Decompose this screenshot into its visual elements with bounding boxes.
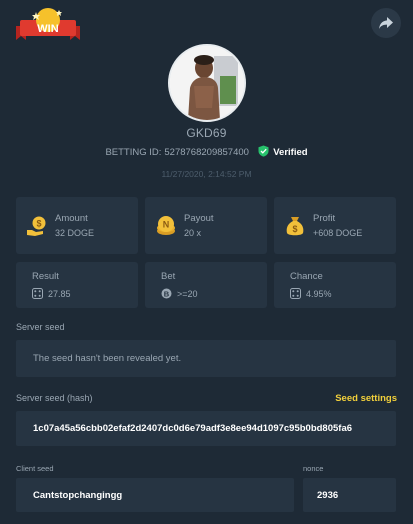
amount-card: $ Amount 32 DOGE	[16, 197, 138, 254]
client-seed-label: Client seed	[16, 464, 54, 473]
result-value: 27.85	[48, 288, 71, 299]
timestamp: 11/27/2020, 2:14:52 PM	[161, 169, 252, 179]
chance-value: 4.95%	[306, 288, 332, 299]
server-seed-label: Server seed	[16, 322, 65, 332]
server-seed-hash-field[interactable]: 1c07a45a56cbb02efaf2d2407dc0d6e79adf3e8e…	[16, 411, 396, 446]
client-seed-field[interactable]: Cantstopchangingg	[16, 478, 294, 512]
b-coin-icon: B	[161, 288, 172, 299]
username: GKD69	[186, 126, 227, 140]
money-bag-icon: $	[284, 215, 306, 237]
server-seed-hash-label: Server seed (hash)	[16, 393, 93, 403]
amount-value: 32 DOGE	[55, 228, 95, 238]
share-button[interactable]	[371, 8, 401, 38]
amount-label: Amount	[55, 213, 88, 224]
profit-value: +608 DOGE	[313, 228, 363, 238]
payout-label: Payout	[184, 213, 214, 224]
chance-card: Chance 4.95%	[274, 262, 396, 308]
win-badge-text: WIN	[37, 23, 58, 35]
win-ribbon-icon: WIN	[16, 8, 80, 40]
svg-text:$: $	[292, 224, 297, 234]
dice-icon	[290, 288, 301, 299]
betting-id-line: BETTING ID: 5278768209857400 Verified	[0, 145, 413, 158]
betting-id-value[interactable]: 5278768209857400	[164, 147, 249, 158]
result-label: Result	[32, 271, 59, 282]
shield-check-icon	[258, 145, 269, 157]
svg-text:$: $	[36, 218, 41, 228]
bet-value: >=20	[177, 288, 198, 299]
profit-label: Profit	[313, 213, 336, 224]
win-badge: WIN	[14, 6, 82, 42]
verified-label: Verified	[273, 147, 308, 158]
payout-value: 20 x	[184, 228, 202, 238]
avatar	[168, 44, 246, 122]
coin-n-icon: N	[155, 215, 177, 237]
seed-settings-link[interactable]: Seed settings	[335, 393, 397, 404]
bet-label: Bet	[161, 271, 176, 282]
profit-card: $ Profit +608 DOGE	[274, 197, 396, 254]
bet-card: Bet B >=20	[145, 262, 267, 308]
share-icon	[379, 17, 393, 29]
payout-card: N Payout 20 x	[145, 197, 267, 254]
nonce-label: nonce	[303, 464, 324, 473]
chance-label: Chance	[290, 271, 323, 282]
svg-text:B: B	[164, 289, 170, 298]
dice-icon	[32, 288, 43, 299]
coin-hand-icon: $	[26, 215, 48, 237]
server-seed-field: The seed hasn't been revealed yet.	[16, 340, 396, 377]
svg-text:N: N	[163, 219, 170, 229]
nonce-field[interactable]: 2936	[303, 478, 396, 512]
result-card: Result 27.85	[16, 262, 138, 308]
betting-id-label: BETTING ID:	[105, 147, 162, 158]
